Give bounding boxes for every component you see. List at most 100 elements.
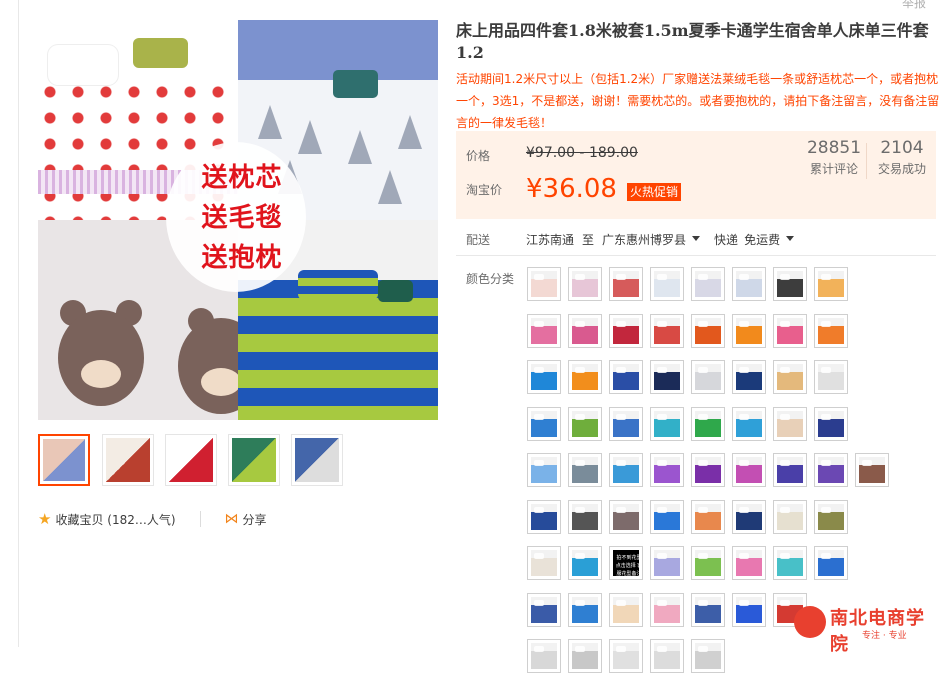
favorite-button[interactable]: 收藏宝贝 (182…人气) — [55, 511, 175, 528]
color-swatch[interactable] — [568, 314, 602, 348]
reviews-stat[interactable]: 28851 累计评论 — [806, 137, 862, 179]
color-swatch[interactable] — [691, 360, 725, 394]
favorite-share-row: ★ 收藏宝贝 (182…人气) ⋈ 分享 — [38, 510, 267, 528]
color-swatch[interactable] — [568, 360, 602, 394]
thumbnail-2[interactable] — [102, 434, 154, 486]
color-swatch[interactable] — [773, 314, 807, 348]
shipping-fee-selector[interactable]: 免运费 — [744, 231, 780, 248]
color-swatch[interactable] — [691, 453, 725, 487]
color-swatch[interactable] — [773, 267, 807, 301]
color-swatch[interactable] — [691, 500, 725, 534]
color-swatch[interactable] — [527, 453, 561, 487]
sales-count: 2104 — [880, 138, 924, 158]
color-swatch[interactable] — [609, 500, 643, 534]
color-swatch[interactable] — [527, 360, 561, 394]
color-swatch[interactable] — [732, 314, 766, 348]
color-swatch[interactable] — [691, 546, 725, 580]
swatch-fill — [613, 364, 639, 390]
color-swatch[interactable] — [609, 267, 643, 301]
swatch-fill — [818, 550, 844, 576]
color-swatch[interactable] — [773, 500, 807, 534]
swatch-fill — [818, 364, 844, 390]
chevron-down-icon[interactable] — [786, 235, 795, 241]
sales-label: 交易成功 — [877, 162, 926, 176]
swatch-fill — [572, 504, 598, 530]
color-swatch[interactable] — [568, 593, 602, 627]
color-swatch[interactable] — [814, 500, 848, 534]
color-swatch[interactable] — [650, 639, 684, 673]
color-swatch[interactable] — [568, 639, 602, 673]
share-button[interactable]: 分享 — [243, 511, 267, 528]
color-swatch[interactable]: 拍不到花型 点击选择 客服花型备注 — [609, 546, 643, 580]
color-swatch[interactable] — [609, 407, 643, 441]
color-swatch[interactable] — [609, 639, 643, 673]
color-swatch[interactable] — [732, 500, 766, 534]
color-swatch[interactable] — [814, 407, 848, 441]
color-swatch[interactable] — [527, 407, 561, 441]
swatch-fill — [613, 504, 639, 530]
thumbnail-4[interactable] — [228, 434, 280, 486]
color-swatch[interactable] — [527, 639, 561, 673]
thumbnail-3[interactable] — [165, 434, 217, 486]
swatch-fill — [613, 411, 639, 437]
color-swatch[interactable] — [568, 267, 602, 301]
color-swatch[interactable] — [814, 360, 848, 394]
color-swatch[interactable] — [691, 407, 725, 441]
swatch-fill — [572, 364, 598, 390]
color-swatch[interactable] — [650, 546, 684, 580]
price-panel: 价格 ¥97.00 - 189.00 淘宝价 ¥36.08 火热促销 28851… — [456, 131, 936, 219]
color-swatch[interactable] — [650, 314, 684, 348]
swatch-fill — [777, 318, 803, 344]
color-swatch[interactable] — [814, 546, 848, 580]
color-swatch[interactable] — [855, 453, 889, 487]
color-swatch[interactable] — [527, 314, 561, 348]
color-swatch[interactable] — [732, 360, 766, 394]
swatch-fill — [531, 271, 557, 297]
swatch-fill — [654, 504, 680, 530]
report-link[interactable]: 举报 — [902, 0, 926, 11]
color-swatch[interactable] — [732, 267, 766, 301]
color-swatch[interactable] — [732, 453, 766, 487]
swatch-fill — [572, 411, 598, 437]
destination-selector[interactable]: 广东惠州博罗县 — [602, 231, 686, 248]
color-swatch[interactable] — [568, 546, 602, 580]
color-swatch[interactable] — [773, 453, 807, 487]
color-swatch[interactable] — [568, 453, 602, 487]
color-swatch[interactable] — [650, 407, 684, 441]
color-swatch[interactable] — [732, 407, 766, 441]
color-swatch[interactable] — [609, 360, 643, 394]
color-swatch[interactable] — [527, 546, 561, 580]
stat-divider — [866, 143, 867, 179]
thumbnail-5[interactable] — [291, 434, 343, 486]
color-swatch[interactable] — [527, 500, 561, 534]
color-swatch[interactable] — [650, 267, 684, 301]
color-swatch[interactable] — [691, 267, 725, 301]
color-swatch[interactable] — [732, 593, 766, 627]
color-swatch[interactable] — [568, 407, 602, 441]
color-swatch[interactable] — [814, 453, 848, 487]
color-swatch[interactable] — [732, 546, 766, 580]
color-swatch[interactable] — [691, 639, 725, 673]
color-swatch[interactable] — [773, 407, 807, 441]
color-swatch[interactable] — [650, 593, 684, 627]
swatch-fill — [654, 457, 680, 483]
color-swatch[interactable] — [691, 314, 725, 348]
color-swatch[interactable] — [773, 546, 807, 580]
thumbnail-1[interactable] — [38, 434, 90, 486]
color-swatch[interactable] — [527, 267, 561, 301]
color-swatch[interactable] — [650, 500, 684, 534]
color-swatch[interactable] — [691, 593, 725, 627]
color-swatch[interactable] — [650, 453, 684, 487]
color-swatch[interactable] — [609, 593, 643, 627]
color-swatch[interactable] — [527, 593, 561, 627]
color-swatch[interactable] — [814, 267, 848, 301]
color-swatch[interactable] — [773, 360, 807, 394]
sales-stat: 2104 交易成功 — [874, 137, 930, 179]
chevron-down-icon[interactable] — [692, 235, 701, 241]
color-swatch[interactable] — [609, 314, 643, 348]
color-swatch[interactable] — [650, 360, 684, 394]
color-swatch[interactable] — [568, 500, 602, 534]
color-swatch[interactable] — [814, 314, 848, 348]
color-swatch[interactable] — [609, 453, 643, 487]
main-product-image[interactable]: 送枕芯 送毛毯 送抱枕 — [38, 20, 438, 420]
